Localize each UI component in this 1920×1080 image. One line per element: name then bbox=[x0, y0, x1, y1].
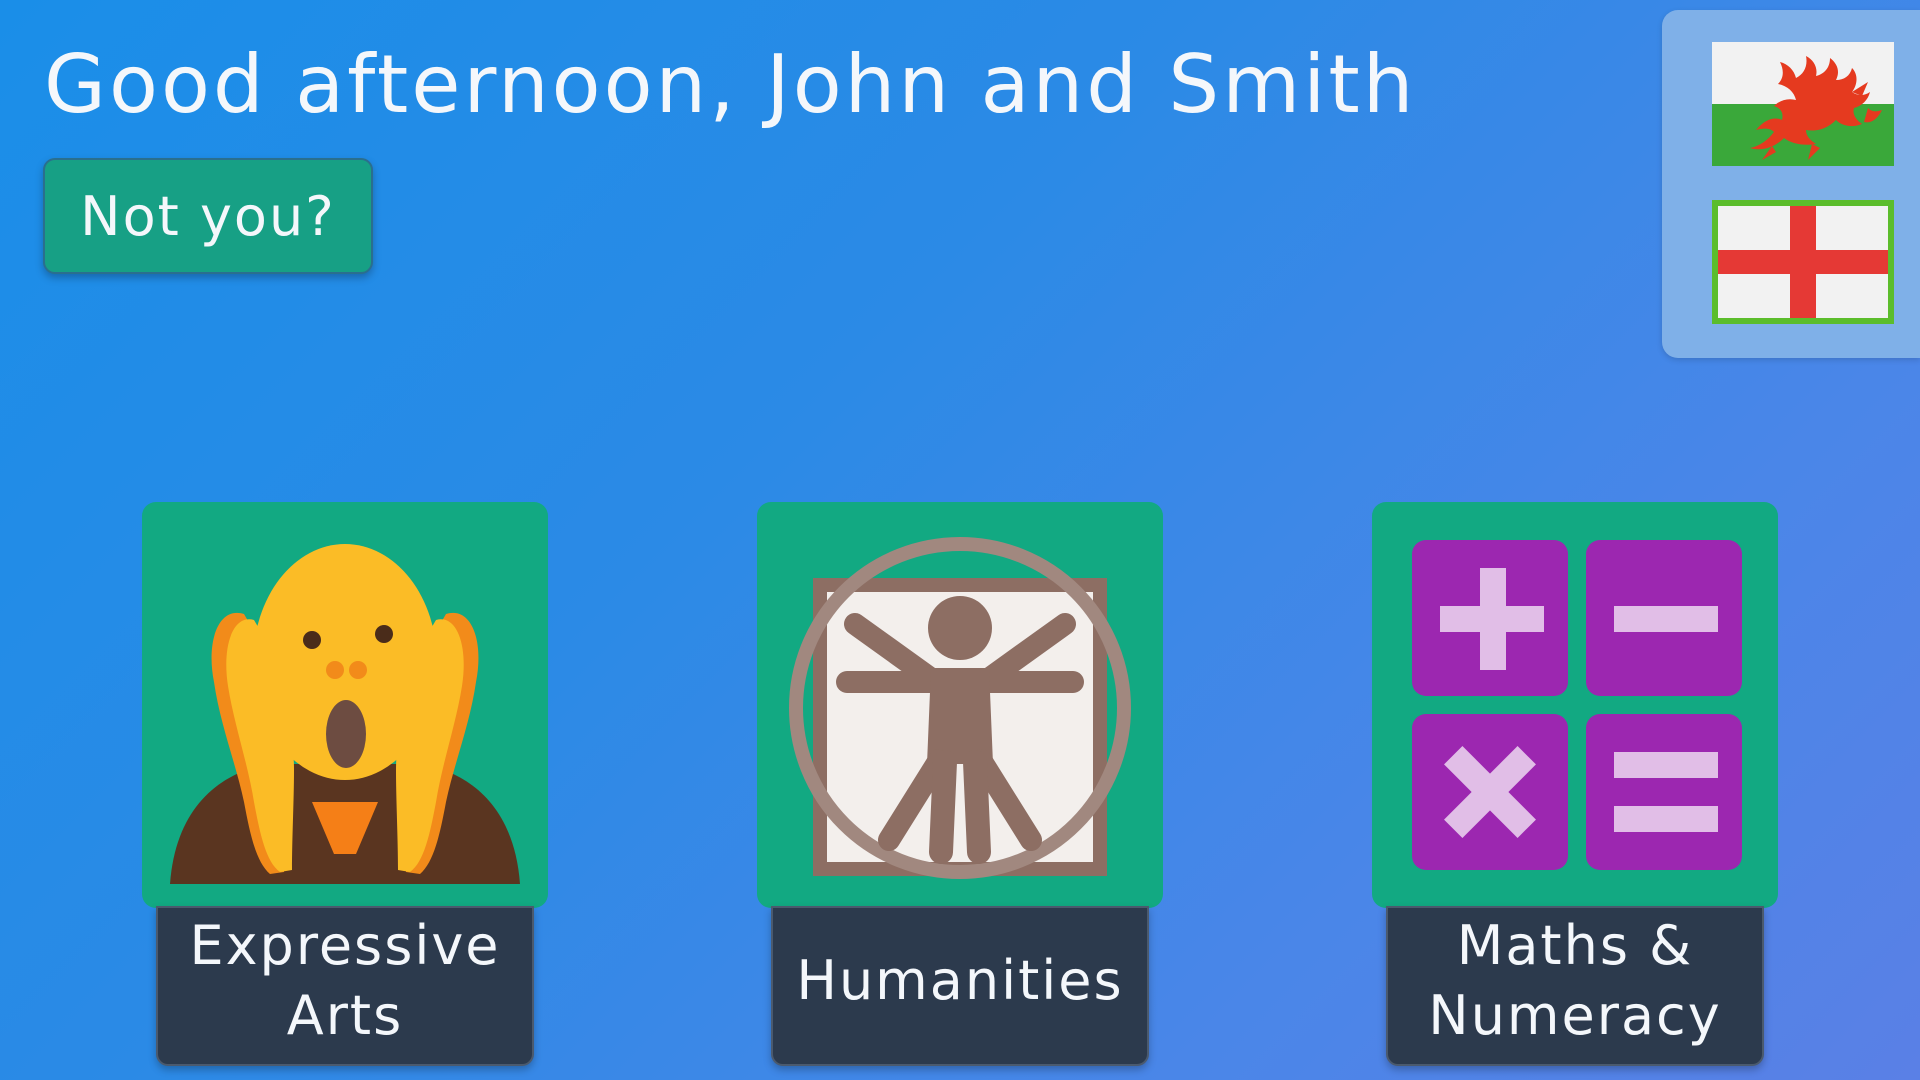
vitruvian-man-icon bbox=[757, 502, 1163, 908]
subject-tile-humanities[interactable]: Humanities bbox=[757, 502, 1163, 1066]
scream-face-icon bbox=[142, 502, 548, 908]
subject-tile-expressive-arts[interactable]: Expressive Arts bbox=[142, 502, 548, 1066]
greeting-title: Good afternoon, John and Smith bbox=[44, 38, 1417, 131]
subject-label: Expressive Arts bbox=[156, 906, 534, 1066]
not-you-button[interactable]: Not you? bbox=[43, 158, 373, 274]
english-flag-icon[interactable] bbox=[1712, 200, 1894, 324]
language-switcher bbox=[1662, 10, 1920, 358]
welsh-flag-icon[interactable] bbox=[1712, 42, 1894, 166]
calculator-symbols-icon bbox=[1372, 502, 1778, 908]
subject-label: Maths & Numeracy bbox=[1386, 906, 1764, 1066]
subject-label: Humanities bbox=[771, 906, 1149, 1066]
subject-tile-maths-numeracy[interactable]: Maths & Numeracy bbox=[1372, 502, 1778, 1066]
